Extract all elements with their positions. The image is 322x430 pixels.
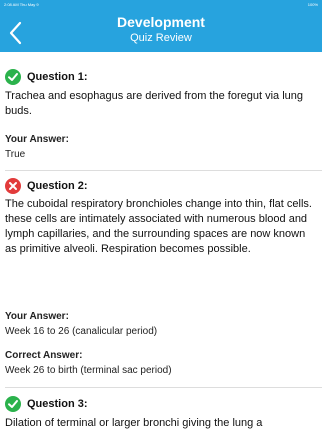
quiz-review-list[interactable]: Question 1: Trachea and esophagus are de…	[0, 52, 322, 430]
question-text: The cuboidal respiratory bronchioles cha…	[5, 198, 312, 255]
checkmark-circle-icon	[5, 69, 21, 85]
status-bar: 2:08 AM Thu May 9 100%	[0, 0, 322, 10]
your-answer-label: Your Answer:	[5, 311, 69, 322]
question-header: Question 3:	[5, 396, 305, 414]
checkmark-circle-icon	[5, 396, 21, 412]
question-text: Dilation of terminal or larger bronchi g…	[5, 417, 263, 429]
x-circle-icon	[5, 178, 21, 194]
question-label: Question 3:	[27, 398, 88, 410]
correct-answer-label: Correct Answer:	[5, 350, 83, 361]
question-header: Question 1:	[5, 69, 305, 87]
correct-answer-value: Week 26 to birth (terminal sac period)	[5, 365, 172, 376]
question-header: Question 2:	[5, 178, 305, 196]
page-title: Development	[117, 14, 205, 30]
question-text: Trachea and esophagus are derived from t…	[5, 90, 303, 117]
question-label: Question 1:	[27, 71, 88, 83]
divider	[5, 170, 322, 171]
navigation-header: 2:08 AM Thu May 9 100% Development Quiz …	[0, 0, 322, 52]
divider	[5, 387, 322, 388]
page-subtitle: Quiz Review	[130, 32, 192, 44]
your-answer-value: True	[5, 149, 26, 160]
question-label: Question 2:	[27, 180, 88, 192]
status-time: 2:08 AM Thu May 9	[4, 2, 39, 7]
status-battery: 100%	[307, 2, 318, 7]
your-answer-value: Week 16 to 26 (canalicular period)	[5, 326, 158, 337]
your-answer-label: Your Answer:	[5, 134, 69, 145]
